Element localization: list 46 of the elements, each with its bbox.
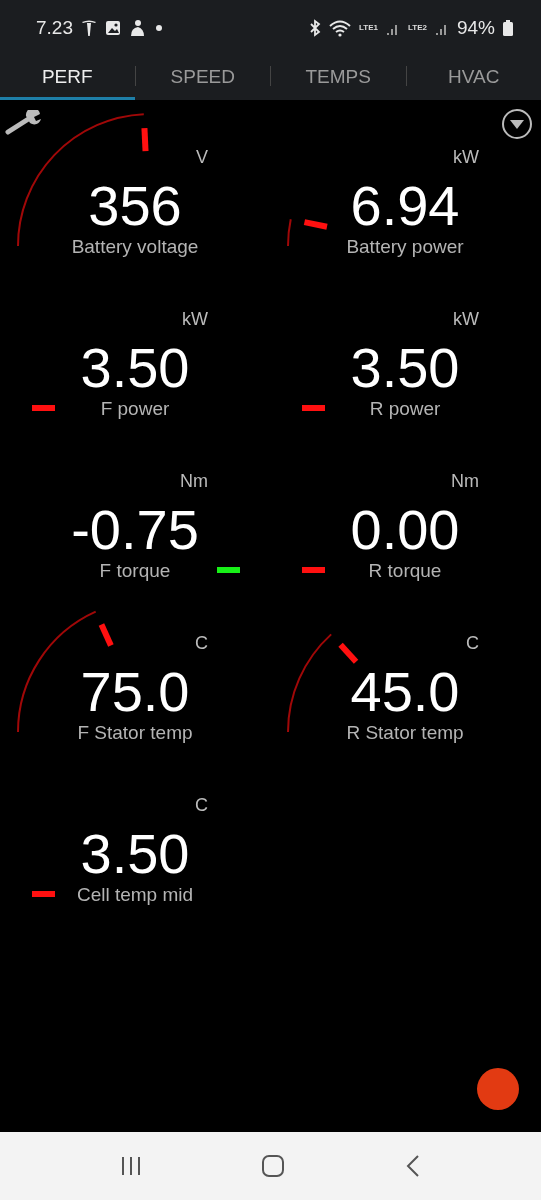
gauge-value: 0.00 — [350, 502, 460, 558]
gauge-value: 45.0 — [350, 664, 460, 720]
gauge-label: F Stator temp — [77, 722, 193, 744]
status-time: 7.23 — [36, 17, 73, 39]
gauge-label: R torque — [368, 560, 442, 582]
tab[interactable]: HVAC — [406, 56, 541, 100]
battery-icon — [503, 19, 513, 37]
gauge-value: 75.0 — [80, 664, 190, 720]
gauge-value: 3.50 — [80, 340, 190, 396]
gauge-value: 6.94 — [350, 178, 460, 234]
unit-label: kW — [182, 309, 208, 330]
dropdown-icon[interactable] — [501, 108, 533, 140]
gauge-value: -0.75 — [71, 502, 199, 558]
gauge-label: F torque — [99, 560, 171, 582]
tab[interactable]: SPEED — [135, 56, 270, 100]
wrench-icon[interactable] — [4, 110, 44, 136]
unit-label: Nm — [180, 471, 208, 492]
record-button[interactable] — [477, 1068, 519, 1110]
sim-label: LTE1 — [359, 24, 378, 32]
tab[interactable]: TEMPS — [271, 56, 406, 100]
unit-label: C — [466, 633, 479, 654]
unit-label: V — [196, 147, 208, 168]
gauge-value: 3.50 — [350, 340, 460, 396]
gauge-value: 356 — [88, 178, 182, 234]
gauge-arc — [287, 218, 292, 247]
figure-icon — [129, 19, 145, 37]
image-icon — [105, 20, 121, 36]
tab[interactable]: PERF — [0, 56, 135, 100]
unit-label: Nm — [451, 471, 479, 492]
gauge-label: Battery voltage — [71, 236, 199, 258]
gauge-value: 3.50 — [80, 826, 190, 882]
gauge-label: R Stator temp — [346, 722, 464, 744]
wifi-icon — [329, 19, 352, 37]
gauge-label: Cell temp mid — [76, 884, 194, 906]
tesla-icon — [81, 19, 97, 37]
dot-icon — [153, 22, 165, 34]
unit-label: kW — [453, 147, 479, 168]
gauge-label: Battery power — [346, 236, 464, 258]
unit-label: C — [195, 633, 208, 654]
gauge-label: F power — [100, 398, 170, 420]
gauge-label: R power — [369, 398, 441, 420]
unit-label: C — [195, 795, 208, 816]
battery-percent: 94% — [456, 17, 495, 39]
unit-label: kW — [453, 309, 479, 330]
sim-label: LTE2 — [408, 24, 427, 32]
bluetooth-icon — [309, 19, 322, 37]
